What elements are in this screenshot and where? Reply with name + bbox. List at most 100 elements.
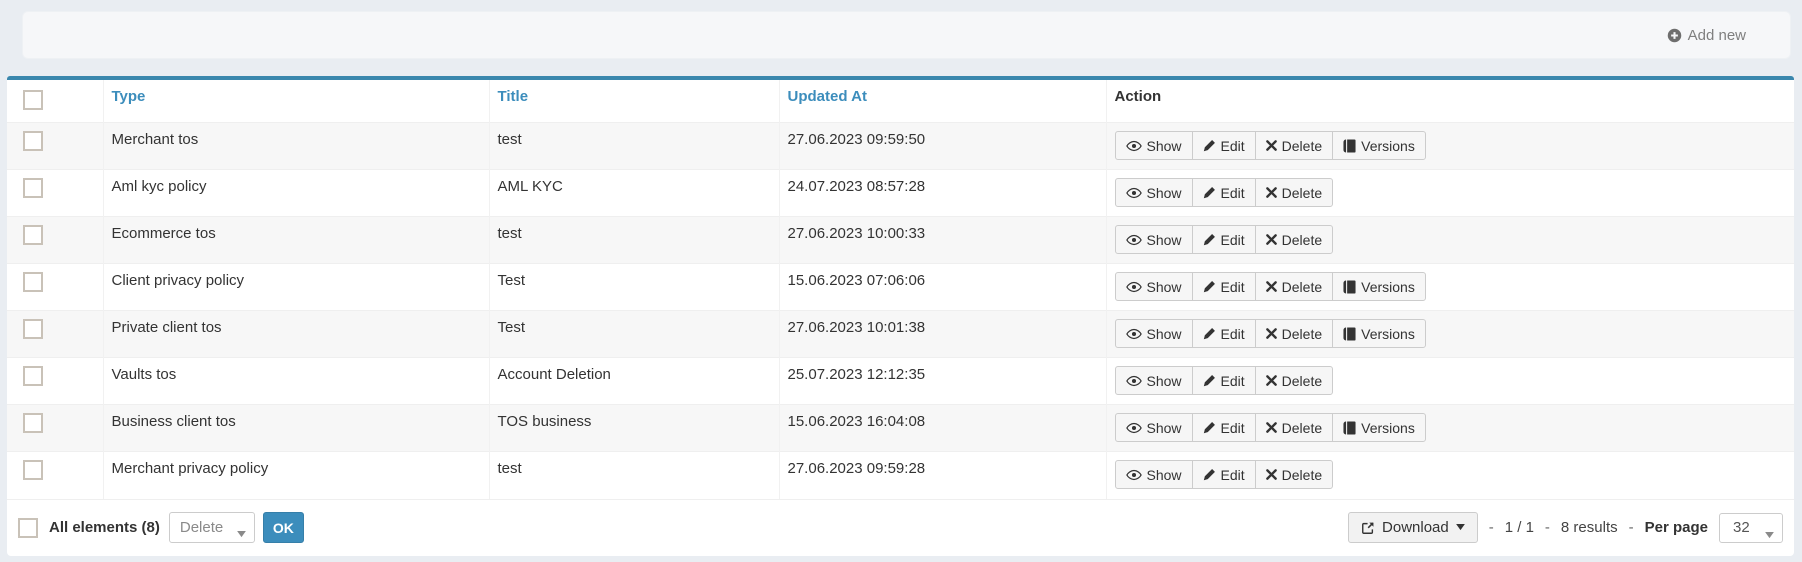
versions-button[interactable]: Versions <box>1332 413 1426 442</box>
row-checkbox[interactable] <box>23 319 43 339</box>
edit-button[interactable]: Edit <box>1192 460 1256 489</box>
row-checkbox[interactable] <box>23 272 43 292</box>
pagination-separator: - <box>1545 519 1550 536</box>
row-actions-cell: Show Edit Delete <box>1106 217 1794 264</box>
edit-button-label: Edit <box>1221 232 1245 248</box>
pencil-icon <box>1203 468 1216 481</box>
download-button[interactable]: Download <box>1348 512 1478 543</box>
row-actions-cell: Show Edit Delete <box>1106 405 1794 452</box>
eye-icon <box>1126 140 1142 152</box>
edit-button[interactable]: Edit <box>1192 413 1256 442</box>
edit-button[interactable]: Edit <box>1192 131 1256 160</box>
eye-icon <box>1126 375 1142 387</box>
delete-button[interactable]: Delete <box>1255 131 1333 160</box>
delete-button[interactable]: Delete <box>1255 460 1333 489</box>
column-header-title: Title <box>489 80 779 123</box>
sort-type-link[interactable]: Type <box>112 88 146 105</box>
book-icon <box>1343 421 1356 435</box>
row-checkbox-cell <box>7 452 103 499</box>
show-button[interactable]: Show <box>1115 131 1193 160</box>
row-title: test <box>489 123 779 170</box>
row-checkbox[interactable] <box>23 413 43 433</box>
edit-button[interactable]: Edit <box>1192 319 1256 348</box>
sort-title-link[interactable]: Title <box>498 88 529 105</box>
row-title: TOS business <box>489 405 779 452</box>
row-action-buttons: Show Edit Delete <box>1115 272 1426 301</box>
per-page-select[interactable]: 32 <box>1719 513 1783 543</box>
book-icon <box>1343 280 1356 294</box>
edit-button[interactable]: Edit <box>1192 272 1256 301</box>
table-row: Vaults tos Account Deletion 25.07.2023 1… <box>7 358 1794 405</box>
records-table: Type Title Updated At Action Merchant to… <box>7 80 1794 499</box>
row-checkbox[interactable] <box>23 178 43 198</box>
show-button[interactable]: Show <box>1115 366 1193 395</box>
row-action-buttons: Show Edit Delete <box>1115 178 1334 207</box>
row-checkbox[interactable] <box>23 366 43 386</box>
times-icon <box>1266 422 1277 433</box>
edit-button[interactable]: Edit <box>1192 225 1256 254</box>
per-page-label: Per page <box>1645 519 1708 536</box>
row-action-buttons: Show Edit Delete <box>1115 131 1426 160</box>
select-all-checkbox[interactable] <box>23 90 43 110</box>
times-icon <box>1266 234 1277 245</box>
table-header: Type Title Updated At Action <box>7 80 1794 123</box>
header-checkbox-cell <box>7 80 103 123</box>
delete-button[interactable]: Delete <box>1255 319 1333 348</box>
row-checkbox[interactable] <box>23 225 43 245</box>
row-updated-at: 15.06.2023 16:04:08 <box>779 405 1106 452</box>
all-elements-label: All elements (8) <box>49 519 160 536</box>
eye-icon <box>1126 422 1142 434</box>
caret-down-icon <box>1456 524 1465 531</box>
batch-action-select[interactable]: Delete <box>169 512 255 543</box>
versions-button[interactable]: Versions <box>1332 319 1426 348</box>
delete-button[interactable]: Delete <box>1255 272 1333 301</box>
versions-button[interactable]: Versions <box>1332 131 1426 160</box>
row-title: AML KYC <box>489 170 779 217</box>
row-action-buttons: Show Edit Delete <box>1115 366 1334 395</box>
row-checkbox[interactable] <box>23 131 43 151</box>
row-type: Merchant privacy policy <box>103 452 489 499</box>
versions-button-label: Versions <box>1361 420 1415 436</box>
show-button-label: Show <box>1147 279 1182 295</box>
pencil-icon <box>1203 327 1216 340</box>
show-button[interactable]: Show <box>1115 413 1193 442</box>
row-checkbox-cell <box>7 123 103 170</box>
row-actions-cell: Show Edit Delete <box>1106 264 1794 311</box>
times-icon <box>1266 187 1277 198</box>
list-card: Type Title Updated At Action Merchant to… <box>7 76 1794 556</box>
edit-button[interactable]: Edit <box>1192 178 1256 207</box>
row-action-buttons: Show Edit Delete <box>1115 460 1334 489</box>
delete-button[interactable]: Delete <box>1255 225 1333 254</box>
table-row: Ecommerce tos test 27.06.2023 10:00:33 S… <box>7 217 1794 264</box>
delete-button-label: Delete <box>1282 373 1322 389</box>
delete-button[interactable]: Delete <box>1255 366 1333 395</box>
pencil-icon <box>1203 233 1216 246</box>
pencil-icon <box>1203 374 1216 387</box>
column-header-type: Type <box>103 80 489 123</box>
row-title: test <box>489 452 779 499</box>
edit-button-label: Edit <box>1221 279 1245 295</box>
show-button[interactable]: Show <box>1115 460 1193 489</box>
row-action-buttons: Show Edit Delete <box>1115 319 1426 348</box>
delete-button[interactable]: Delete <box>1255 413 1333 442</box>
show-button[interactable]: Show <box>1115 272 1193 301</box>
edit-button[interactable]: Edit <box>1192 366 1256 395</box>
ok-button[interactable]: OK <box>263 512 304 543</box>
row-checkbox-cell <box>7 217 103 264</box>
show-button[interactable]: Show <box>1115 178 1193 207</box>
batch-actions: All elements (8) Delete OK <box>18 512 304 543</box>
show-button[interactable]: Show <box>1115 225 1193 254</box>
times-icon <box>1266 140 1277 151</box>
versions-button[interactable]: Versions <box>1332 272 1426 301</box>
row-checkbox[interactable] <box>23 460 43 480</box>
add-new-button[interactable]: Add new <box>1667 27 1746 44</box>
delete-button[interactable]: Delete <box>1255 178 1333 207</box>
pencil-icon <box>1203 139 1216 152</box>
row-updated-at: 15.06.2023 07:06:06 <box>779 264 1106 311</box>
all-elements-checkbox[interactable] <box>18 518 38 538</box>
row-actions-cell: Show Edit Delete <box>1106 358 1794 405</box>
eye-icon <box>1126 328 1142 340</box>
sort-updated-at-link[interactable]: Updated At <box>788 88 867 105</box>
row-updated-at: 24.07.2023 08:57:28 <box>779 170 1106 217</box>
show-button[interactable]: Show <box>1115 319 1193 348</box>
